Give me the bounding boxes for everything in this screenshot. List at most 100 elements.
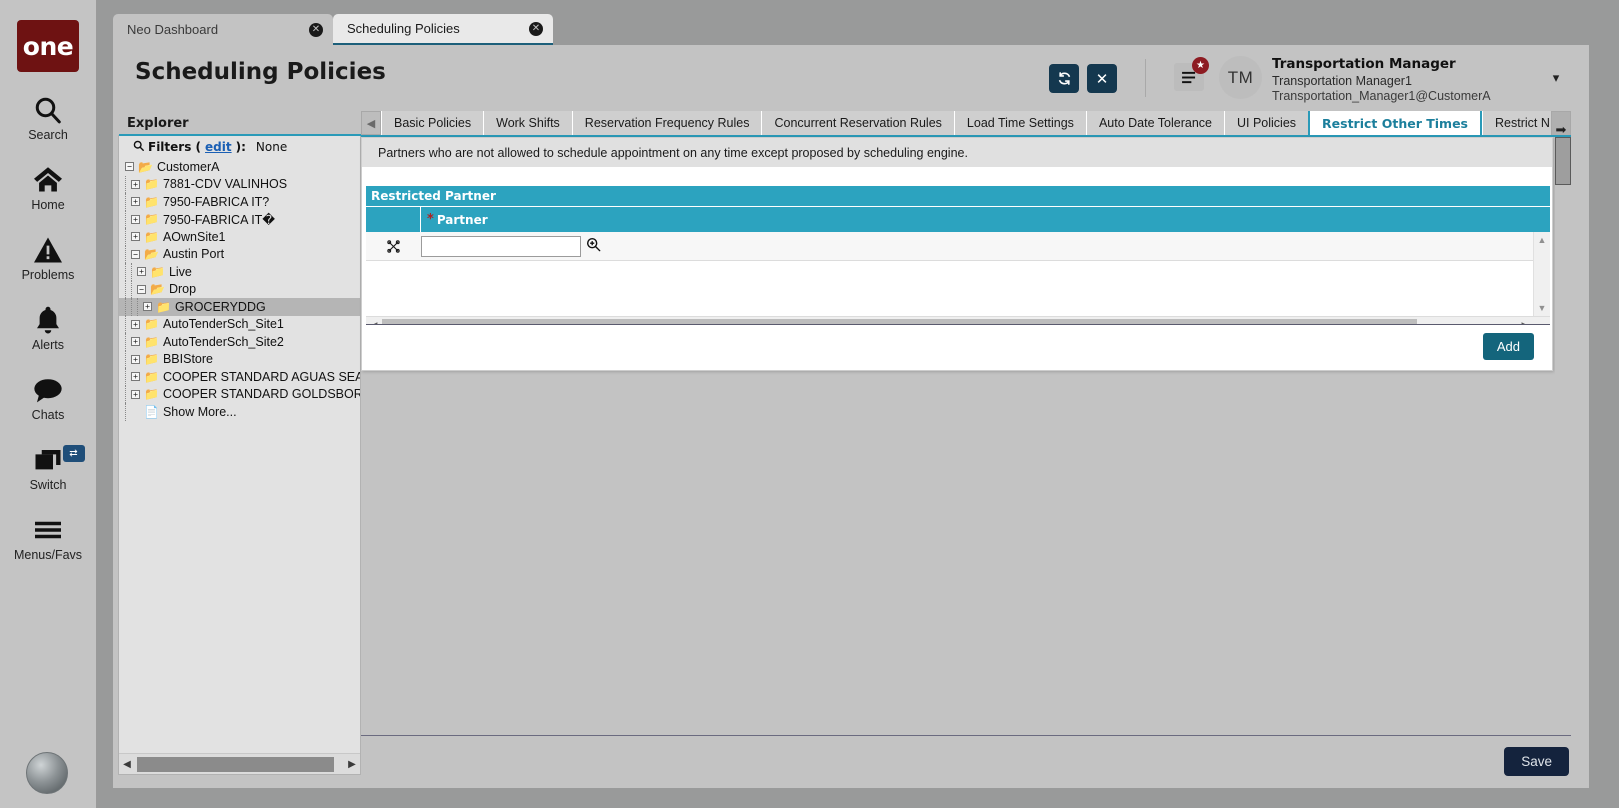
tree-indent-guide <box>125 385 126 403</box>
scroll-left-icon[interactable]: ◀ <box>119 759 135 770</box>
tree-expander[interactable]: + <box>131 337 140 347</box>
browser-tab-neo-dashboard[interactable]: Neo Dashboard ✕ <box>113 14 333 45</box>
tree-expander[interactable]: + <box>131 179 140 189</box>
browser-tab-scheduling-policies[interactable]: Scheduling Policies ✕ <box>333 14 553 45</box>
close-icon[interactable]: ✕ <box>529 21 543 36</box>
rail-label-home: Home <box>31 198 65 212</box>
rail-item-search[interactable]: Search <box>0 93 97 142</box>
tree-node[interactable]: + 📁 AutoTenderSch_Site1 <box>119 315 360 333</box>
tab-scroll-right-button[interactable]: ➡ <box>1551 111 1571 137</box>
tree-expander[interactable]: − <box>131 249 140 259</box>
tree-expander[interactable]: − <box>137 284 146 294</box>
arrow-right-icon: ➡ <box>1555 122 1567 137</box>
one-logo[interactable]: one <box>17 20 79 72</box>
lookup-search-icon[interactable] <box>586 237 601 255</box>
rail-item-home[interactable]: Home <box>0 163 97 212</box>
tab-scroll-left-button[interactable]: ◀ <box>361 111 381 135</box>
rail-item-switch[interactable]: ⇄ Switch <box>0 443 97 492</box>
filters-edit-link[interactable]: edit <box>205 140 232 154</box>
rail-item-problems[interactable]: Problems <box>0 233 97 282</box>
avatar[interactable]: TM <box>1219 56 1262 99</box>
grid-body: ▲ ▼ <box>366 232 1550 316</box>
card-footer: Add <box>366 324 1550 368</box>
tree-node[interactable]: + 📁 Live <box>119 263 360 281</box>
rail-label-switch: Switch <box>29 478 67 492</box>
grid-vscrollbar[interactable]: ▲ ▼ <box>1533 232 1550 316</box>
tree-node[interactable]: + 📁 AOwnSite1 <box>119 228 360 246</box>
rail-user-avatar[interactable] <box>26 752 68 794</box>
add-button[interactable]: Add <box>1482 333 1534 360</box>
tree-node[interactable]: − 📂 Drop <box>119 280 360 298</box>
content-vscroll-thumb[interactable] <box>1555 137 1571 185</box>
tree-expander[interactable]: + <box>131 214 140 224</box>
tree-indent-guide <box>131 280 132 298</box>
tree-node[interactable]: − 📂 CustomerA <box>119 158 360 176</box>
rail-item-alerts[interactable]: Alerts <box>0 303 97 352</box>
tab-label: UI Policies <box>1236 116 1297 130</box>
folder-icon: 📁 <box>144 369 159 384</box>
tree-expander[interactable]: + <box>131 232 140 242</box>
rail-item-menus-favs[interactable]: Menus/Favs <box>0 513 97 562</box>
tree-expander[interactable]: + <box>137 267 146 277</box>
tree-node-label: 7950-FABRICA IT? <box>162 194 270 209</box>
grid-title: Restricted Partner <box>366 186 1550 206</box>
partner-input[interactable] <box>421 235 581 257</box>
tab-ui-policies[interactable]: UI Policies <box>1223 111 1309 135</box>
save-button[interactable]: Save <box>1504 747 1569 776</box>
tree-expander[interactable]: − <box>125 162 134 172</box>
tree-expander[interactable]: + <box>131 354 140 364</box>
required-asterisk: * <box>427 212 434 227</box>
tree-node[interactable]: + 📁 7950-FABRICA IT? <box>119 193 360 211</box>
table-row[interactable] <box>366 232 1533 261</box>
folder-icon: 📁 <box>144 194 159 209</box>
tree-node[interactable]: + 📁COOPER STANDARD AGUAS SEALING (3 <box>119 368 360 386</box>
refresh-button[interactable] <box>1049 64 1079 93</box>
tree-node[interactable]: − 📂 Austin Port <box>119 245 360 263</box>
tree-node-label: BBIStore <box>162 352 213 367</box>
tree-node[interactable]: 📄 Show More... <box>119 403 360 421</box>
tree-node[interactable]: + 📁 AutoTenderSch_Site2 <box>119 333 360 351</box>
tree-node-label: COOPER STANDARD GOLDSBORO <box>162 387 360 402</box>
scroll-down-icon[interactable]: ▼ <box>1534 300 1550 316</box>
explorer-hscrollbar[interactable]: ◀ ▶ <box>119 753 360 774</box>
scroll-up-icon[interactable]: ▲ <box>1534 232 1550 248</box>
header-menu-button[interactable]: ★ <box>1174 57 1209 91</box>
scroll-right-icon[interactable]: ▶ <box>344 759 360 770</box>
tree-node[interactable]: + 📁 7950-FABRICA IT� <box>119 210 360 228</box>
chevron-down-icon[interactable]: ▾ <box>1543 65 1569 91</box>
tab-reservation-frequency-rules[interactable]: Reservation Frequency Rules <box>571 111 762 135</box>
tree-indent-guide <box>125 210 126 228</box>
explorer-hscroll-thumb[interactable] <box>137 756 334 772</box>
tab-restrict-n[interactable]: Restrict N <box>1482 111 1562 135</box>
tree-node[interactable]: + 📁 7881-CDV VALINHOS <box>119 175 360 193</box>
tree-indent-guide <box>125 193 126 211</box>
scissors-icon[interactable] <box>366 239 421 253</box>
tree-node-label: Austin Port <box>162 247 225 262</box>
tab-concurrent-reservation-rules[interactable]: Concurrent Reservation Rules <box>761 111 954 135</box>
tree-expander[interactable]: + <box>143 302 152 312</box>
tab-work-shifts[interactable]: Work Shifts <box>483 111 572 135</box>
content-vscrollbar[interactable] <box>1555 137 1571 775</box>
tab-load-time-settings[interactable]: Load Time Settings <box>953 111 1086 135</box>
tab-basic-policies[interactable]: Basic Policies <box>381 111 484 135</box>
tree-node[interactable]: + 📁 BBIStore <box>119 350 360 368</box>
explorer-hscroll-track[interactable] <box>135 756 344 772</box>
tree-node[interactable]: + 📁 COOPER STANDARD GOLDSBORO <box>119 385 360 403</box>
tree-node-label: CustomerA <box>156 159 220 174</box>
switch-badge-icon[interactable]: ⇄ <box>62 445 85 462</box>
tab-auto-date-tolerance[interactable]: Auto Date Tolerance <box>1085 111 1224 135</box>
tree-expander[interactable]: + <box>131 389 140 399</box>
browser-tab-strip: Neo Dashboard ✕ Scheduling Policies ✕ <box>97 0 1619 45</box>
rail-label-problems: Problems <box>21 268 75 282</box>
panel-note: Partners who are not allowed to schedule… <box>362 138 1552 167</box>
tree-expander[interactable]: + <box>131 319 140 329</box>
close-icon[interactable]: ✕ <box>309 22 323 37</box>
tree-node-label: AutoTenderSch_Site1 <box>162 317 284 332</box>
tree-expander[interactable]: + <box>131 197 140 207</box>
tree-node[interactable]: + 📁 GROCERYDDG <box>119 298 360 316</box>
close-page-button[interactable]: ✕ <box>1087 64 1117 93</box>
tab-restrict-other-times[interactable]: Restrict Other Times <box>1308 111 1482 135</box>
tree-expander[interactable]: + <box>131 372 140 382</box>
explorer-tree: − 📂 CustomerA + 📁 7881-CDV VALINHOS + 📁 7950-FAB… <box>119 158 360 752</box>
rail-item-chats[interactable]: Chats <box>0 373 97 422</box>
